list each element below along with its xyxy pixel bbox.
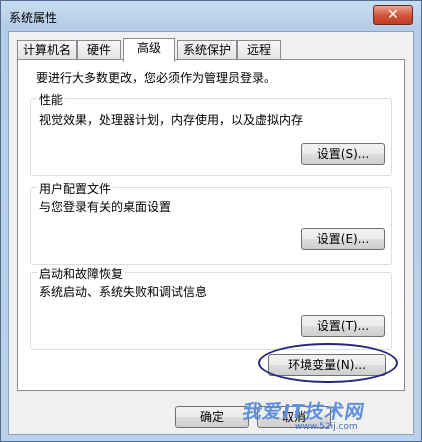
startup-recovery-description: 系统启动、系统失败和调试信息 [39,285,208,299]
startup-recovery-group: 启动和故障恢复 系统启动、系统失败和调试信息 设置(T)... [30,265,392,350]
close-icon: ✕ [387,7,399,23]
watermark-logo: 我爱IT技术网 [240,401,367,423]
performance-title: 性能 [37,91,66,108]
dialog-client-area: 计算机名 硬件 高级 系统保护 远程 要进行大多数更改，您必须作为管理员登录。 … [8,31,414,435]
system-properties-window: 系统属性 ✕ 计算机名 硬件 高级 系统保护 远程 要进行大多数更改，您必须作为… [0,0,422,442]
close-button[interactable]: ✕ [373,5,413,25]
tab-system-protection[interactable]: 系统保护 [177,40,237,60]
performance-description: 视觉效果，处理器计划，内存使用，以及虚拟内存 [39,113,304,127]
startup-recovery-settings-button[interactable]: 设置(T)... [301,315,385,337]
startup-recovery-title: 启动和故障恢复 [37,265,126,282]
tab-advanced[interactable]: 高级 [123,38,175,62]
performance-settings-button[interactable]: 设置(S)... [301,143,385,165]
ok-button[interactable]: 确定 [175,406,249,428]
tab-remote[interactable]: 远程 [237,40,281,60]
user-profiles-description: 与您登录有关的桌面设置 [39,200,172,214]
window-title: 系统属性 [9,11,58,25]
user-profiles-settings-button[interactable]: 设置(E)... [301,228,385,250]
tab-hardware[interactable]: 硬件 [77,40,121,60]
tab-computer-name[interactable]: 计算机名 [17,40,77,60]
performance-group: 性能 视觉效果，处理器计划，内存使用，以及虚拟内存 设置(S)... [30,91,392,176]
title-bar[interactable]: 系统属性 ✕ [1,1,421,31]
admin-note: 要进行大多数更改，您必须作为管理员登录。 [36,71,277,85]
watermark-url: www.52ij.com [295,422,358,432]
user-profiles-group: 用户配置文件 与您登录有关的桌面设置 设置(E)... [30,180,392,265]
annotation-circle [258,343,398,383]
advanced-tab-panel: 要进行大多数更改，您必须作为管理员登录。 性能 视觉效果，处理器计划，内存使用，… [17,59,405,391]
user-profiles-title: 用户配置文件 [37,180,114,197]
